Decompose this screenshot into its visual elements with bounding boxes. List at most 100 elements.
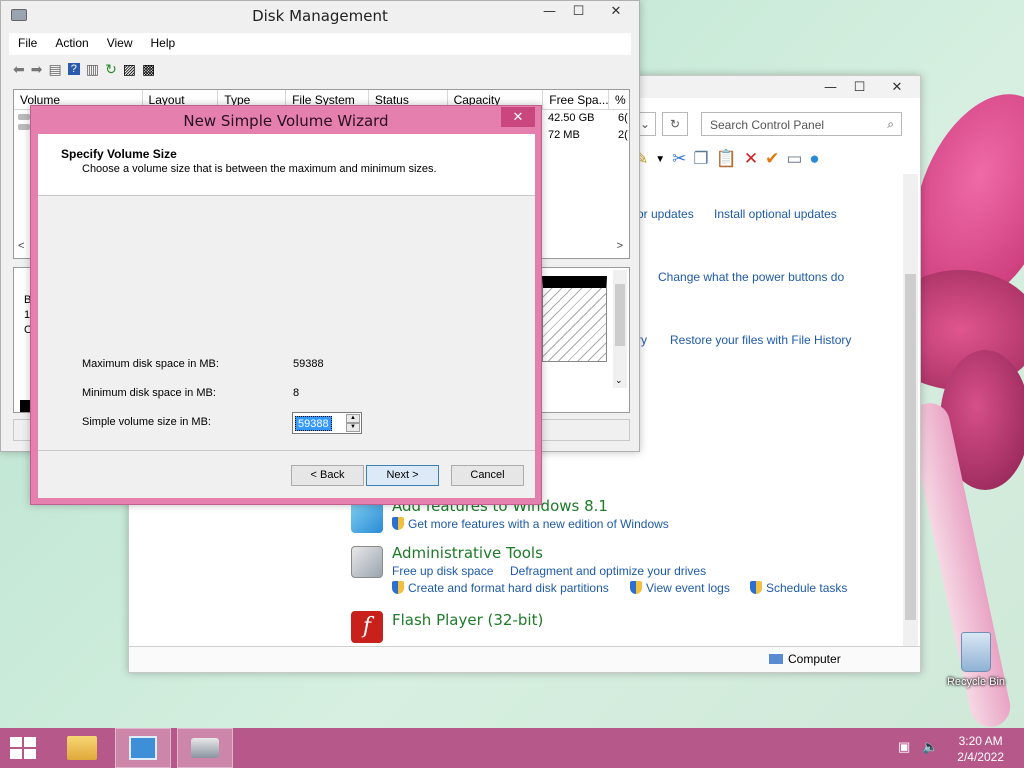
updates-link[interactable]: or updates — [637, 207, 694, 221]
menu-help[interactable]: Help — [142, 33, 185, 55]
show-disk-icon[interactable]: ▩ — [142, 61, 155, 78]
table-row[interactable]: 42.50 GB — [548, 112, 594, 124]
volume-size-label: Simple volume size in MB: — [82, 416, 211, 428]
check-icon[interactable]: ✔ — [765, 149, 779, 169]
refresh-icon[interactable]: ↻ — [105, 61, 117, 78]
clock-date: 2/4/2022 — [957, 750, 1004, 764]
drive-icon — [18, 124, 30, 130]
taskbar-control-panel[interactable] — [115, 728, 171, 768]
back-arrow-icon[interactable]: ⬅ — [13, 61, 25, 78]
network-icon[interactable]: ▣ — [898, 739, 910, 755]
get-more-features-link[interactable]: Get more features with a new edition of … — [392, 517, 669, 531]
taskbar-disk-management[interactable] — [177, 728, 233, 768]
table-row[interactable]: 72 MB — [548, 129, 580, 141]
volume-size-input[interactable]: 59388 — [295, 416, 332, 431]
wizard-body: Specify Volume Size Choose a volume size… — [38, 134, 535, 498]
menu-action[interactable]: Action — [46, 33, 97, 55]
maximize-button[interactable]: ☐ — [564, 1, 593, 22]
close-button[interactable]: ✕ — [593, 1, 639, 22]
power-buttons-link[interactable]: Change what the power buttons do — [658, 270, 844, 284]
max-disk-space-label: Maximum disk space in MB: — [82, 358, 219, 370]
install-updates-link[interactable]: Install optional updates — [714, 207, 837, 221]
recycle-bin-icon — [961, 632, 991, 672]
admin-tools-heading[interactable]: Administrative Tools — [392, 544, 543, 562]
clock[interactable]: 3:20 AM 2/4/2022 — [957, 733, 1004, 765]
paste-icon[interactable]: 📋 — [716, 149, 737, 169]
windows-logo-icon — [10, 749, 22, 759]
windows-logo-icon — [10, 737, 22, 747]
partition-block[interactable] — [542, 276, 607, 362]
folder-icon — [67, 736, 97, 760]
next-button[interactable]: Next > — [366, 465, 439, 486]
row-free-space: 72 MB — [548, 129, 580, 141]
computer-label: Computer — [788, 652, 841, 666]
row-percent: 2( — [618, 129, 628, 141]
console-tree-icon[interactable]: ▤ — [48, 61, 61, 78]
defragment-link[interactable]: Defragment and optimize your drives — [510, 564, 706, 578]
properties-icon[interactable]: ▥ — [86, 61, 99, 78]
volume-size-stepper[interactable]: 59388 ▲ ▼ — [292, 412, 362, 434]
row-free-space: 42.50 GB — [548, 112, 595, 124]
refresh-icon[interactable]: ↻ — [662, 112, 688, 136]
minimize-button[interactable]: — — [816, 76, 845, 98]
menu-file[interactable]: File — [9, 33, 46, 55]
min-disk-space-label: Minimum disk space in MB: — [82, 387, 216, 399]
start-button[interactable] — [10, 737, 37, 759]
drive-icon — [18, 114, 30, 120]
menu-bar: File Action View Help — [9, 33, 631, 55]
shield-icon — [392, 581, 404, 594]
restore-files-link[interactable]: Restore your files with File History — [670, 333, 851, 347]
help-icon[interactable]: ? — [67, 63, 80, 75]
back-button[interactable]: < Back — [291, 465, 364, 486]
search-placeholder: Search Control Panel — [710, 118, 825, 132]
scroll-down-icon[interactable]: ⌄ — [615, 375, 623, 386]
wizard-separator — [38, 450, 535, 451]
cp-scrollbar-thumb[interactable] — [905, 274, 916, 620]
add-features-icon — [351, 501, 383, 533]
scroll-left-icon[interactable]: < — [18, 240, 24, 252]
window-caption-buttons: — ☐ ✕ — [816, 76, 920, 98]
wizard-titlebar: New Simple Volume Wizard ✕ — [31, 106, 541, 133]
menu-view[interactable]: View — [98, 33, 142, 55]
get-more-features-label: Get more features with a new edition of … — [408, 517, 669, 531]
taskbar-file-explorer[interactable] — [54, 728, 110, 768]
minimize-button[interactable]: — — [535, 1, 564, 22]
window-caption-buttons: — ☐ ✕ — [535, 1, 639, 22]
clock-time: 3:20 AM — [958, 734, 1003, 748]
recycle-bin-desktop-icon[interactable]: Recycle Bin — [944, 632, 1008, 688]
delete-icon[interactable]: ✕ — [744, 149, 758, 169]
create-format-partitions-link[interactable]: Create and format hard disk partitions — [392, 581, 609, 595]
cancel-button[interactable]: Cancel — [451, 465, 524, 486]
windows-logo-icon — [24, 749, 36, 759]
shield-icon — [392, 517, 404, 530]
scrollbar-thumb[interactable] — [615, 284, 625, 346]
col-free-space[interactable]: Free Spa... — [543, 90, 610, 109]
copy-icon[interactable]: ❐ — [693, 149, 708, 169]
spin-down-icon[interactable]: ▼ — [346, 423, 360, 432]
view-event-logs-label: View event logs — [646, 581, 730, 595]
wizard-title: New Simple Volume Wizard — [183, 112, 389, 130]
schedule-tasks-link[interactable]: Schedule tasks — [750, 581, 847, 595]
view-event-logs-link[interactable]: View event logs — [630, 581, 730, 595]
forward-arrow-icon[interactable]: ➡ — [31, 61, 43, 78]
cut-icon[interactable]: ✂ — [672, 149, 686, 169]
flash-player-heading[interactable]: Flash Player (32-bit) — [392, 611, 543, 629]
windows-logo-icon — [24, 737, 36, 747]
close-button[interactable]: ✕ — [501, 107, 535, 127]
disk-properties-icon[interactable]: ▨ — [123, 61, 136, 78]
cp-toolbar: ✎ ▼ ✂ ❐ 📋 ✕ ✔ ▭ ● — [634, 144, 820, 174]
maximize-button[interactable]: ☐ — [845, 76, 874, 98]
rename-icon[interactable]: ▭ — [786, 149, 802, 169]
spin-up-icon[interactable]: ▲ — [346, 414, 360, 423]
scroll-right-icon[interactable]: > — [617, 240, 623, 252]
search-input[interactable]: Search Control Panel ⌕ — [701, 112, 902, 136]
globe-icon[interactable]: ● — [809, 149, 819, 169]
cp-scrollbar[interactable] — [903, 174, 918, 646]
col-percent[interactable]: % — [609, 90, 629, 109]
dropdown-icon[interactable]: ▼ — [655, 154, 665, 165]
volume-muted-icon[interactable]: 🔈 — [922, 739, 938, 755]
row-percent: 6( — [618, 112, 628, 124]
disk-graphical-scrollbar[interactable]: ⌄ — [613, 270, 627, 388]
free-up-disk-link[interactable]: Free up disk space — [392, 564, 493, 578]
close-button[interactable]: ✕ — [874, 76, 920, 98]
